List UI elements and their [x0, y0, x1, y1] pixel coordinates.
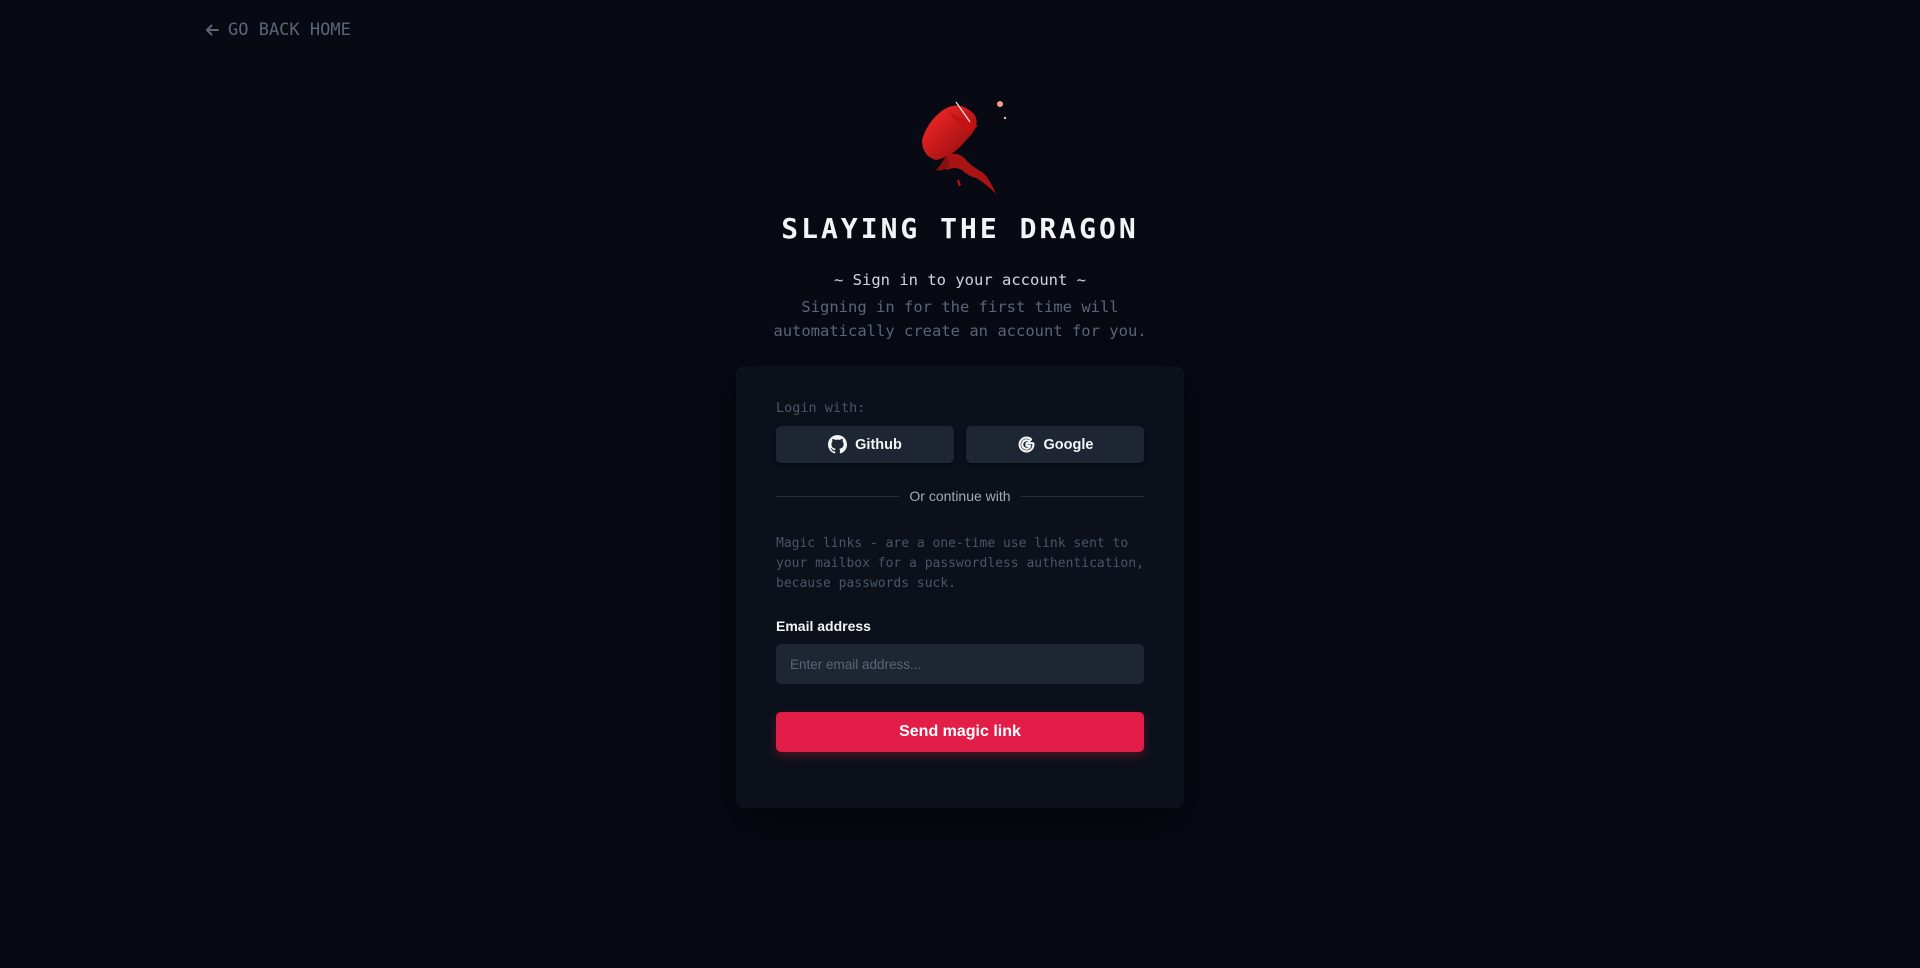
login-with-label: Login with: [776, 400, 866, 416]
google-icon [1018, 436, 1034, 453]
divider-line-left [776, 495, 900, 497]
github-icon [828, 435, 848, 454]
email-field[interactable] [776, 644, 1144, 684]
login-page: GO BACK HOME SLAYING THE DRAGON ~ Sign i… [0, 0, 1920, 968]
account-creation-note: Signing in for the first time will autom… [773, 298, 1147, 340]
google-label: Google [1043, 436, 1094, 453]
arrow-left-icon [206, 24, 219, 36]
login-card: Login with: Github Google Or continue wi… [736, 366, 1184, 808]
send-magic-link-button[interactable]: Send magic link [776, 712, 1144, 752]
email-address-label: Email address [776, 618, 871, 634]
dragon-slayer-logo [922, 101, 1007, 194]
page-title: SLAYING THE DRAGON [781, 212, 1139, 245]
or-continue-label: Or continue with [909, 488, 1011, 504]
go-back-home-label: GO BACK HOME [228, 20, 351, 40]
google-login-button[interactable]: Google [966, 426, 1144, 463]
sign-in-subtitle: ~ Sign in to your account ~ [834, 271, 1086, 289]
go-back-home-link[interactable]: GO BACK HOME [204, 20, 351, 40]
magic-link-description: Magic links - are a one-time use link se… [776, 536, 1144, 591]
github-login-button[interactable]: Github [776, 426, 954, 463]
divider-line-right [1020, 495, 1145, 497]
or-continue-divider: Or continue with [776, 488, 1145, 504]
oauth-buttons: Github Google [776, 426, 1144, 463]
hero: SLAYING THE DRAGON ~ Sign in to your acc… [0, 96, 1920, 343]
github-label: Github [855, 436, 902, 453]
